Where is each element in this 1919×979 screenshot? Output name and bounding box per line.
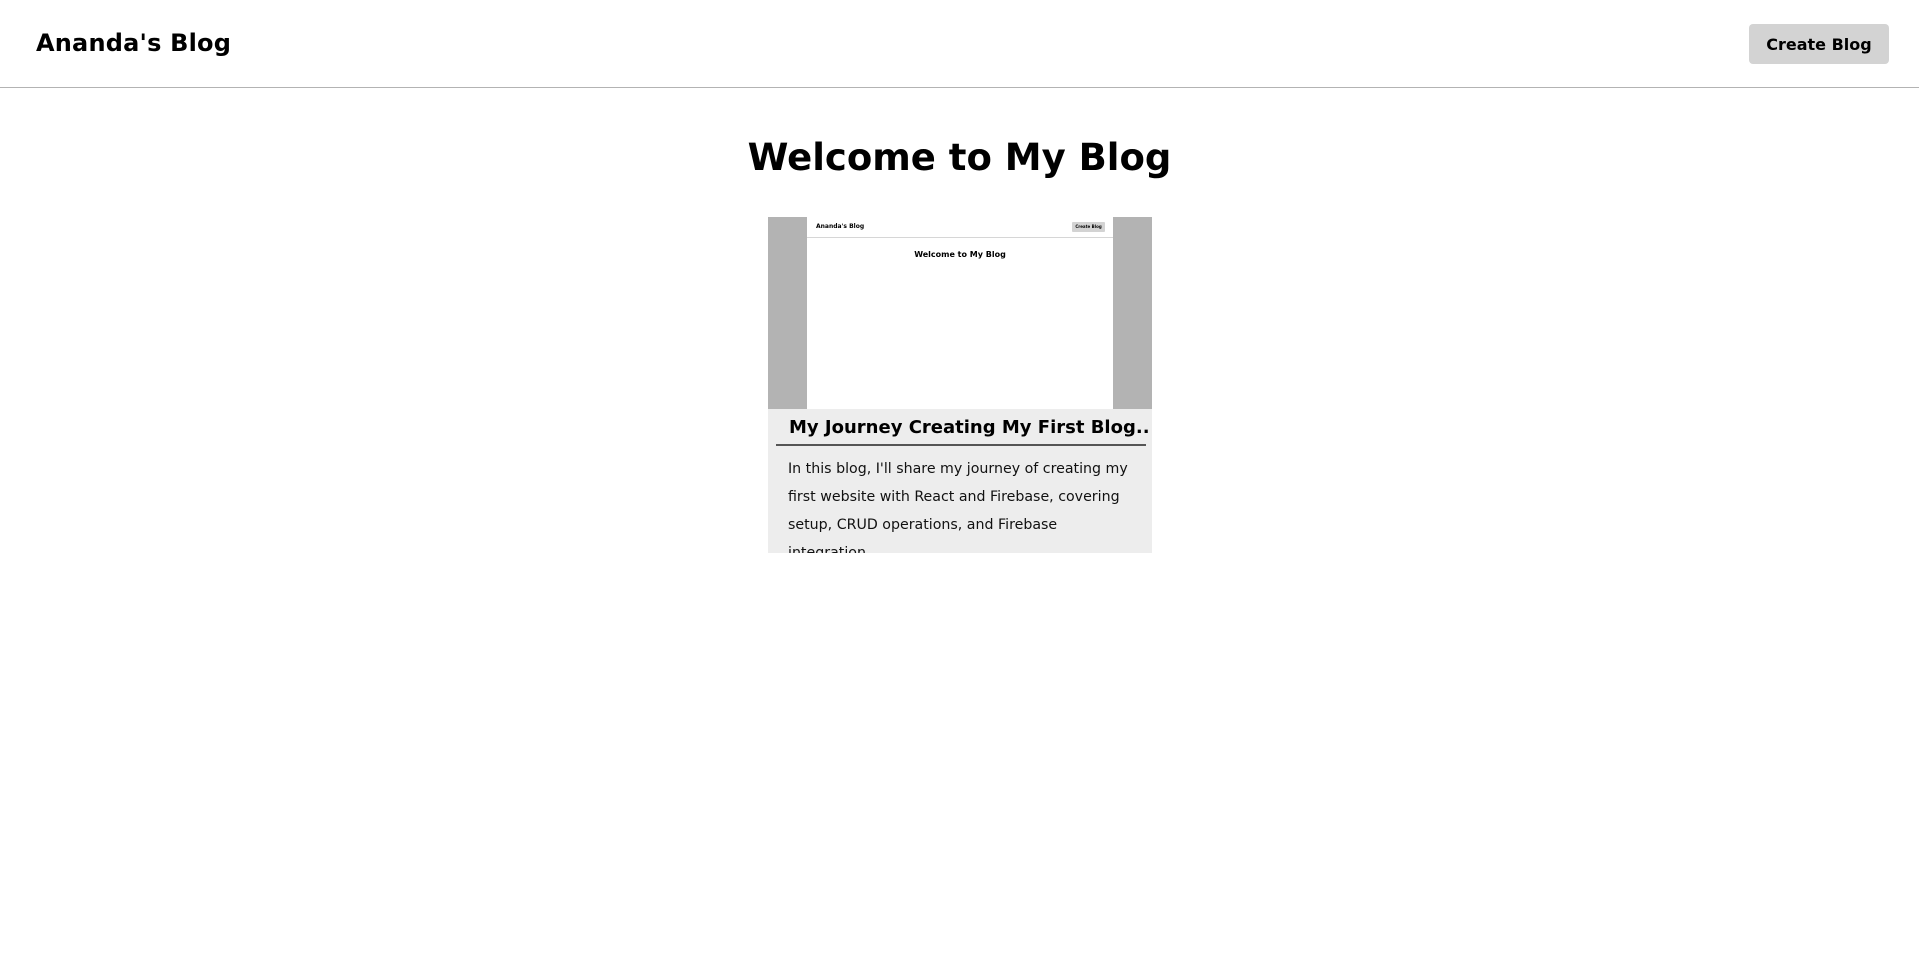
site-brand[interactable]: Ananda's Blog <box>36 29 231 57</box>
thumbnail-create-button: Create Blog <box>1072 222 1105 232</box>
create-blog-button[interactable]: Create Blog <box>1749 24 1889 64</box>
top-navbar: Ananda's Blog Create Blog <box>0 0 1919 88</box>
thumbnail-screenshot: Ananda's Blog Create Blog Welcome to My … <box>807 217 1113 409</box>
blog-card-description: In this blog, I'll share my journey of c… <box>788 461 1128 553</box>
thumbnail-page-title: Welcome to My Blog <box>914 250 1006 259</box>
blog-card-divider <box>776 444 1146 446</box>
blog-thumbnail[interactable]: Ananda's Blog Create Blog Welcome to My … <box>768 217 1152 409</box>
blog-card-title[interactable]: My Journey Creating My First Blog.. <box>789 417 1152 438</box>
blog-card[interactable]: Ananda's Blog Create Blog Welcome to My … <box>768 217 1152 553</box>
thumbnail-brand: Ananda's Blog <box>816 223 865 230</box>
thumbnail-navbar: Ananda's Blog Create Blog <box>807 217 1113 238</box>
page-title: Welcome to My Blog <box>747 136 1172 179</box>
